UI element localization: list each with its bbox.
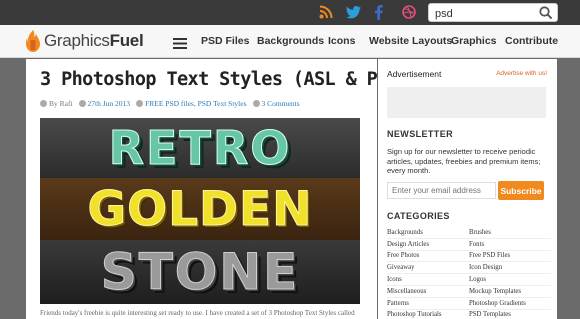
newsletter-text: Sign up for our newsletter to receive pe… [387,147,541,175]
category-link[interactable]: Brushes [469,229,551,236]
site-header: GraphicsFuel PSD Files Backgrounds Icons… [0,25,580,58]
banner-band-retro: RETRO [40,118,360,178]
top-bar [0,0,580,25]
nav-icons[interactable]: Icons [328,35,355,47]
category-link[interactable]: Miscellaneous [387,288,469,295]
category-row: Patterns Photoshop Gradients [387,298,551,310]
search-icon[interactable] [539,6,553,20]
category-link[interactable]: Mockup Templates [469,288,551,295]
category-link[interactable]: Patterns [387,300,469,307]
sidebar: Advertisement Advertise with us! NEWSLET… [378,59,557,319]
post-date[interactable]: 27th Jun 2013 [88,99,131,108]
category-row: Photoshop Tutorials PSD Templates [387,310,551,319]
post-excerpt: Friends today's freebie is quite interes… [40,309,355,317]
logo-text: GraphicsFuel [44,31,144,50]
category-link[interactable]: Photoshop Tutorials [387,311,469,318]
post-meta: By Rafi 27th Jun 2013 FREE PSD files, PS… [40,99,306,108]
comment-icon [252,100,260,107]
category-link[interactable]: Icons [387,276,469,283]
category-row: Free Photos Free PSD Files [387,251,551,263]
category-link[interactable]: Free Photos [387,252,469,259]
dribbble-icon[interactable] [400,3,418,21]
hamburger-icon[interactable] [173,36,187,49]
post-author: By Rafi [49,99,73,108]
category-link[interactable]: Photoshop Gradients [469,300,551,307]
category-link[interactable]: Fonts [469,241,551,248]
category-link[interactable]: Backgrounds [387,229,469,236]
main-content: 3 Photoshop Text Styles (ASL & PSD) By R… [26,59,409,319]
category-link[interactable]: Icon Design [469,264,551,271]
facebook-icon[interactable] [369,3,387,21]
category-row: Backgrounds Brushes [387,227,551,239]
post-categories[interactable]: FREE PSD files, PSD Text Styles [145,99,246,108]
category-row: Icons Logos [387,274,551,286]
banner-word-retro: RETRO [108,121,292,176]
calendar-icon [78,100,86,107]
ad-title: Advertisement [387,69,442,79]
rss-icon[interactable] [317,3,335,21]
category-link[interactable]: Design Articles [387,241,469,248]
category-row: Giveaway Icon Design [387,262,551,275]
categories-title: CATEGORIES [387,211,450,221]
category-link[interactable]: PSD Templates [469,311,551,318]
nav-graphics[interactable]: Graphics [451,35,497,47]
subscribe-button[interactable]: Subscribe [498,181,544,200]
author-icon [40,100,47,107]
logo[interactable]: GraphicsFuel [26,30,144,52]
post-title[interactable]: 3 Photoshop Text Styles (ASL & PSD) [40,69,409,90]
category-link[interactable]: Giveaway [387,264,469,271]
post-featured-image[interactable]: RETRO GOLDEN STONE [40,118,360,304]
category-row: Miscellaneous Mockup Templates [387,286,551,298]
banner-band-stone: STONE [40,240,360,304]
nav-website-layouts[interactable]: Website Layouts [369,35,452,47]
banner-word-golden: GOLDEN [87,181,313,237]
nav-psd-files[interactable]: PSD Files [201,35,249,47]
banner-band-golden: GOLDEN [40,178,360,240]
banner-word-stone: STONE [100,243,300,302]
folder-icon [136,100,144,107]
advertise-link[interactable]: Advertise with us! [496,70,547,77]
category-link[interactable]: Free PSD Files [469,252,551,259]
ad-slot[interactable] [387,87,546,118]
category-row: Design Articles Fonts [387,239,551,251]
search-box [428,3,558,23]
post-comments[interactable]: 3 Comments [262,99,300,108]
flame-logo-icon [26,30,40,52]
categories-list: Backgrounds Brushes Design Articles Fonts … [387,227,551,319]
nav-contribute[interactable]: Contribute [505,35,558,47]
search-input[interactable] [429,5,537,23]
newsletter-title: NEWSLETTER [387,129,453,139]
category-link[interactable]: Logos [469,276,551,283]
nav-backgrounds[interactable]: Backgrounds [257,35,324,47]
newsletter-email-field[interactable] [387,182,496,199]
twitter-icon[interactable] [344,3,362,21]
